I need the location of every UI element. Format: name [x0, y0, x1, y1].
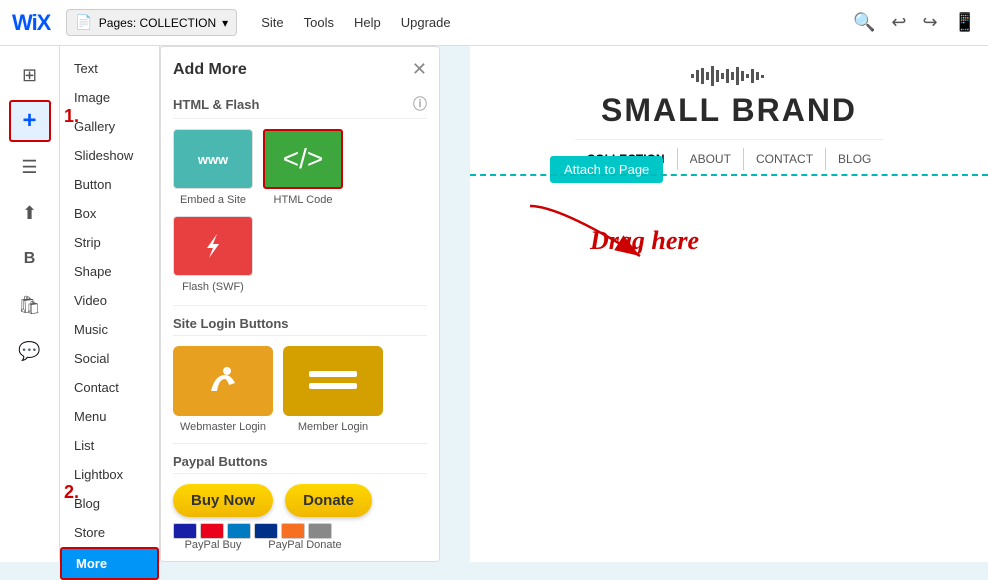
paypal-label: Paypal Buttons — [173, 454, 268, 469]
divider-2 — [173, 443, 427, 444]
discover-icon — [281, 523, 305, 539]
canvas-inner: SMALL BRAND COLLECTION ABOUT CONTACT BLO… — [440, 46, 988, 562]
menu-more[interactable]: More — [60, 547, 159, 580]
embed-site-label: Embed a Site — [180, 194, 246, 206]
add-more-panel: Add More ✕ HTML & Flash ⓘ www Embed a Si… — [160, 46, 440, 562]
step-1-marker: 1. — [64, 106, 79, 127]
amex-icon — [227, 523, 251, 539]
html-code-icon: </> — [263, 129, 343, 189]
redo-icon[interactable]: ↪ — [922, 12, 937, 33]
nav-upgrade[interactable]: Upgrade — [401, 15, 451, 30]
paypal-section-header: Paypal Buttons — [173, 454, 427, 474]
webmaster-login-item[interactable]: Webmaster Login — [173, 346, 273, 433]
menu-social[interactable]: Social — [60, 344, 159, 373]
mastercard-icon — [200, 523, 224, 539]
sidebar-add-icon[interactable]: + — [9, 100, 51, 142]
nav-contact[interactable]: CONTACT — [743, 148, 825, 170]
flash-swf-label: Flash (SWF) — [182, 281, 244, 293]
html-flash-section-header: HTML & Flash ⓘ — [173, 94, 427, 119]
canvas-area: SMALL BRAND COLLECTION ABOUT CONTACT BLO… — [440, 46, 988, 562]
topbar: WiX 📄 Pages: COLLECTION ▾ Site Tools Hel… — [0, 0, 988, 46]
sidebar-apps-icon[interactable]: ☰ — [9, 146, 51, 188]
embed-site-icon: www — [173, 129, 253, 189]
html-flash-items: www Embed a Site </> HTML Code Flash (SW… — [173, 129, 427, 293]
sidebar-pages-icon[interactable]: ⊞ — [9, 54, 51, 96]
panel-title: Add More — [173, 61, 247, 79]
divider-1 — [173, 305, 427, 306]
paypal-buy-label: PayPal Buy — [173, 539, 253, 551]
site-logo-bars — [689, 66, 769, 86]
page-icon: 📄 — [75, 14, 92, 31]
member-login-label: Member Login — [298, 421, 368, 433]
menu-music[interactable]: Music — [60, 315, 159, 344]
attach-to-page-button[interactable]: Attach to Page — [550, 156, 663, 183]
sidebar-blog-icon[interactable]: B — [9, 238, 51, 280]
website-preview: SMALL BRAND COLLECTION ABOUT CONTACT BLO… — [470, 46, 988, 562]
login-section-header: Site Login Buttons — [173, 316, 427, 336]
payment-cards-row — [173, 523, 427, 539]
member-login-icon — [283, 346, 383, 416]
nav-site[interactable]: Site — [261, 15, 283, 30]
panel-header: Add More ✕ — [173, 59, 427, 80]
nav-about[interactable]: ABOUT — [677, 148, 743, 170]
chevron-icon: ▾ — [222, 16, 228, 30]
menu-text[interactable]: Text — [60, 54, 159, 83]
flash-swf-item[interactable]: Flash (SWF) — [173, 216, 253, 293]
menu-box[interactable]: Box — [60, 199, 159, 228]
nav-blog[interactable]: BLOG — [825, 148, 883, 170]
pages-button[interactable]: 📄 Pages: COLLECTION ▾ — [66, 9, 237, 36]
buy-now-button[interactable]: Buy Now — [173, 484, 273, 517]
brand-name: SMALL BRAND — [601, 92, 857, 129]
member-login-item[interactable]: Member Login — [283, 346, 383, 433]
paypal-buttons-row: Buy Now Donate — [173, 484, 427, 517]
sidebar-chat-icon[interactable]: 💬 — [9, 330, 51, 372]
paypal-donate-label: PayPal Donate — [265, 539, 345, 551]
html-flash-label: HTML & Flash — [173, 97, 259, 112]
flash-swf-icon — [173, 216, 253, 276]
close-button[interactable]: ✕ — [412, 59, 427, 80]
paypal-icon — [254, 523, 278, 539]
info-icon[interactable]: ⓘ — [413, 94, 427, 114]
menu-slideshow[interactable]: Slideshow — [60, 141, 159, 170]
menu-button[interactable]: Button — [60, 170, 159, 199]
sidebar-store-icon[interactable]: 🛍 — [9, 284, 51, 326]
step-2-marker: 2. — [64, 482, 79, 503]
menu-shape[interactable]: Shape — [60, 257, 159, 286]
menu-video[interactable]: Video — [60, 286, 159, 315]
webmaster-login-icon — [173, 346, 273, 416]
wix-logo: WiX — [12, 10, 50, 36]
sidebar-upload-icon[interactable]: ⬆ — [9, 192, 51, 234]
pages-label: Pages: COLLECTION — [99, 16, 216, 30]
search-icon[interactable]: 🔍 — [853, 12, 875, 33]
menu-store[interactable]: Store — [60, 518, 159, 547]
nav-help[interactable]: Help — [354, 15, 381, 30]
menu-menu[interactable]: Menu — [60, 402, 159, 431]
menu-list[interactable]: List — [60, 431, 159, 460]
embed-site-item[interactable]: www Embed a Site — [173, 129, 253, 206]
paypal-labels: PayPal Buy PayPal Donate — [173, 539, 427, 551]
drag-here-text: Drag here — [590, 226, 699, 256]
menu-contact[interactable]: Contact — [60, 373, 159, 402]
login-items: Webmaster Login Member Login — [173, 346, 427, 433]
topbar-right: 🔍 ↩ ↪ 📱 — [853, 12, 976, 33]
login-label: Site Login Buttons — [173, 316, 289, 331]
nav-tools[interactable]: Tools — [304, 15, 334, 30]
html-code-label: HTML Code — [274, 194, 333, 206]
webmaster-login-label: Webmaster Login — [180, 421, 266, 433]
site-header: SMALL BRAND COLLECTION ABOUT CONTACT BLO… — [470, 46, 988, 170]
top-nav: Site Tools Help Upgrade — [261, 15, 450, 30]
mobile-icon[interactable]: 📱 — [954, 12, 976, 33]
dashed-border — [470, 174, 988, 176]
donate-button[interactable]: Donate — [285, 484, 372, 517]
left-icon-sidebar: ⊞ + ☰ ⬆ B 🛍 💬 — [0, 46, 60, 562]
menu-strip[interactable]: Strip — [60, 228, 159, 257]
undo-icon[interactable]: ↩ — [891, 12, 906, 33]
html-code-item[interactable]: </> HTML Code — [263, 129, 343, 206]
visa-card-icon — [173, 523, 197, 539]
bank-icon — [308, 523, 332, 539]
